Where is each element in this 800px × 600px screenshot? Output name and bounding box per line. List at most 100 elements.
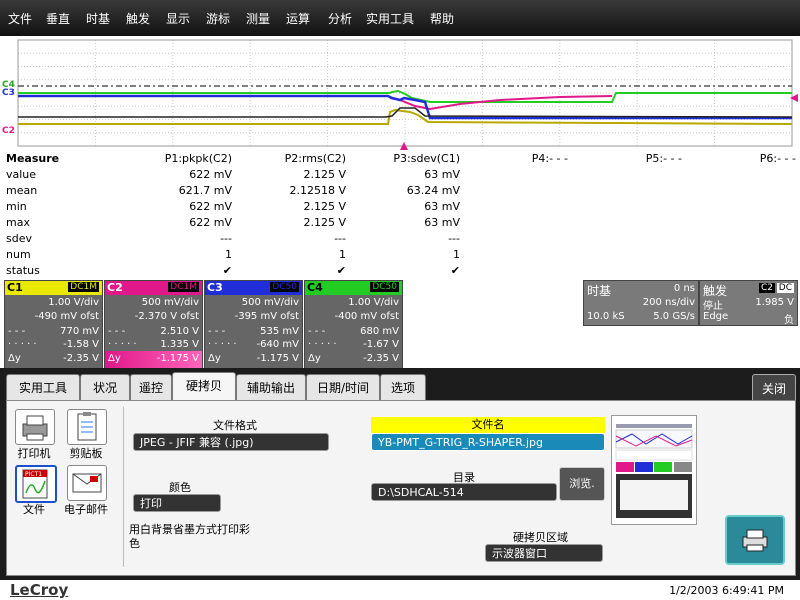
menu-item[interactable]: 测量 <box>246 10 270 27</box>
menu-item[interactable]: 帮助 <box>430 10 454 27</box>
tab-6[interactable]: 选项 <box>380 374 426 401</box>
measure-value: 622 mV <box>189 168 232 181</box>
format-dropdown[interactable]: JPEG - JFIF 兼容 (.jpg) <box>133 433 329 451</box>
menu-item[interactable]: 运算 <box>286 10 310 27</box>
measure-table[interactable]: Measure value mean min max sdev num status P1:pk… <box>0 150 800 280</box>
marker-c2[interactable]: C2 <box>2 126 15 136</box>
waveform-grid[interactable]: C4 C3 C2 <box>0 36 800 150</box>
menu-item[interactable]: 时基 <box>86 10 110 27</box>
brand-logo: LeCroy <box>10 581 69 599</box>
directory-input[interactable]: D:\SDHCAL-514 <box>371 483 557 501</box>
tab-2[interactable]: 遥控 <box>130 374 172 401</box>
filename-label: 文件名 <box>371 417 605 433</box>
channel-id: C2 <box>107 281 123 294</box>
measure-param-header[interactable]: P4:- - - <box>448 152 568 165</box>
marker-c3[interactable]: C3 <box>2 88 15 98</box>
measure-param-header[interactable]: P2:rms(C2) <box>226 152 346 165</box>
channel-row-label: - - - <box>8 326 26 337</box>
channel-ofst: -490 mV ofst <box>34 311 99 322</box>
preview-image <box>615 424 693 518</box>
tab-0[interactable]: 实用工具 <box>6 374 80 401</box>
measure-row-label: mean <box>6 184 38 197</box>
printer-label: 打印机 <box>17 447 51 460</box>
browse-button[interactable]: 浏览. <box>559 467 605 501</box>
trigger-coupling: DC <box>776 283 794 293</box>
timebase-box[interactable]: 时基 0 ns 200 ns/div 10.0 kS 5.0 GS/s <box>583 280 699 326</box>
measure-row-label: status <box>6 264 40 277</box>
channel-row-label: Δy <box>208 353 221 364</box>
menu-bar: 文件 垂直 时基 触发 显示 游标 测量 运算 分析 实用工具 帮助 <box>0 0 800 36</box>
color-note: 用白背景省墨方式打印彩色 <box>129 523 250 550</box>
channel-id: C1 <box>7 281 23 294</box>
channel-coupling: DC1M <box>168 282 199 292</box>
channel-c1: 770 mV <box>60 326 99 337</box>
file-label: 文件 <box>23 503 45 516</box>
preview-thumbnail <box>611 415 697 525</box>
channel-box-c2[interactable]: C2 DC1M 500 mV/div -2.370 V ofst - - - 2.510 … <box>104 280 203 369</box>
measure-value: 63 mV <box>424 200 460 213</box>
datetime: 1/2/2003 6:49:41 PM <box>669 584 784 597</box>
channel-vdiv: 1.00 V/div <box>348 297 399 308</box>
print-now-button[interactable] <box>725 515 785 565</box>
menu-item[interactable]: 文件 <box>8 10 32 27</box>
channel-row-label: Δy <box>8 353 21 364</box>
trigger-box[interactable]: 触发 停止 1.985 V Edge 负 C2 DC <box>699 280 798 326</box>
tab-5[interactable]: 日期/时间 <box>306 374 380 401</box>
measure-value: 622 mV <box>189 216 232 229</box>
measure-title: Measure <box>6 152 60 165</box>
measure-param-header[interactable]: P1:pkpk(C2) <box>112 152 232 165</box>
channel-box-c3[interactable]: C3 DC50 500 mV/div -395 mV ofst - - - 535 mV ·… <box>204 280 303 369</box>
trigger-mode: 停止 <box>703 301 723 312</box>
channel-box-c4[interactable]: C4 DC50 1.00 V/div -400 mV ofst - - - 680 mV ·… <box>304 280 403 369</box>
channel-c1: 535 mV <box>260 326 299 337</box>
measure-value: --- <box>334 232 346 245</box>
channel-dy: -2.35 V <box>363 353 399 364</box>
measure-value: 621.7 mV <box>178 184 232 197</box>
measure-param-header[interactable]: P5:- - - <box>562 152 682 165</box>
color-dropdown[interactable]: 打印 <box>133 494 221 512</box>
measure-value: --- <box>448 232 460 245</box>
divider <box>123 407 124 567</box>
menu-item[interactable]: 显示 <box>166 10 190 27</box>
file-icon: PICT1 <box>22 469 48 499</box>
tab-1[interactable]: 状况 <box>80 374 130 401</box>
channel-ofst: -395 mV ofst <box>234 311 299 322</box>
measure-row-label: max <box>6 216 30 229</box>
channel-id: C4 <box>307 281 323 294</box>
file-button[interactable]: PICT1 <box>15 465 57 503</box>
channel-vdiv: 500 mV/div <box>241 297 299 308</box>
waveform-display <box>17 39 798 150</box>
email-button[interactable] <box>67 465 107 501</box>
clipboard-button[interactable] <box>67 409 107 445</box>
measure-value: 2.125 V <box>303 216 346 229</box>
measure-param-header[interactable]: P3:sdev(C1) <box>340 152 460 165</box>
channel-vdiv: 1.00 V/div <box>48 297 99 308</box>
measure-value: ✔ <box>336 264 346 277</box>
menu-item[interactable]: 游标 <box>206 10 230 27</box>
format-label: 文件格式 <box>213 419 257 432</box>
measure-value: 63.24 mV <box>406 184 460 197</box>
channel-row-label: Δy <box>108 353 121 364</box>
channel-dy: -1.175 V <box>256 353 299 364</box>
measure-row-label: sdev <box>6 232 32 245</box>
printer-button[interactable] <box>15 409 55 445</box>
measure-value: 2.125 V <box>303 168 346 181</box>
tab-4[interactable]: 辅助输出 <box>236 374 306 401</box>
measure-param-header[interactable]: P6:- - - <box>676 152 796 165</box>
menu-item[interactable]: 触发 <box>126 10 150 27</box>
measure-value: 1 <box>225 248 232 261</box>
channel-c1: 680 mV <box>360 326 399 337</box>
menu-item[interactable]: 实用工具 <box>366 10 414 27</box>
channel-box-c1[interactable]: C1 DC1M 1.00 V/div -490 mV ofst - - - 770 mV ·… <box>4 280 103 369</box>
menu-item[interactable]: 分析 <box>328 10 352 27</box>
hardcopy-panel: 打印机 剪贴板 PICT1 文件 电子邮件 文件格式 JPEG - JFIF 兼… <box>6 400 796 576</box>
filename-input[interactable]: YB-PMT_G-TRIG_R-SHAPER.jpg <box>371 433 605 451</box>
channel-ofst: -2.370 V ofst <box>134 311 199 322</box>
channel-c2: 1.335 V <box>160 339 199 350</box>
area-dropdown[interactable]: 示波器窗口 <box>485 544 603 562</box>
menu-item[interactable]: 垂直 <box>46 10 70 27</box>
color-label: 颜色 <box>169 481 191 494</box>
measure-value: ✔ <box>450 264 460 277</box>
tab-3[interactable]: 硬拷贝 <box>172 372 236 403</box>
channel-row-label: · · · · · <box>8 339 37 350</box>
